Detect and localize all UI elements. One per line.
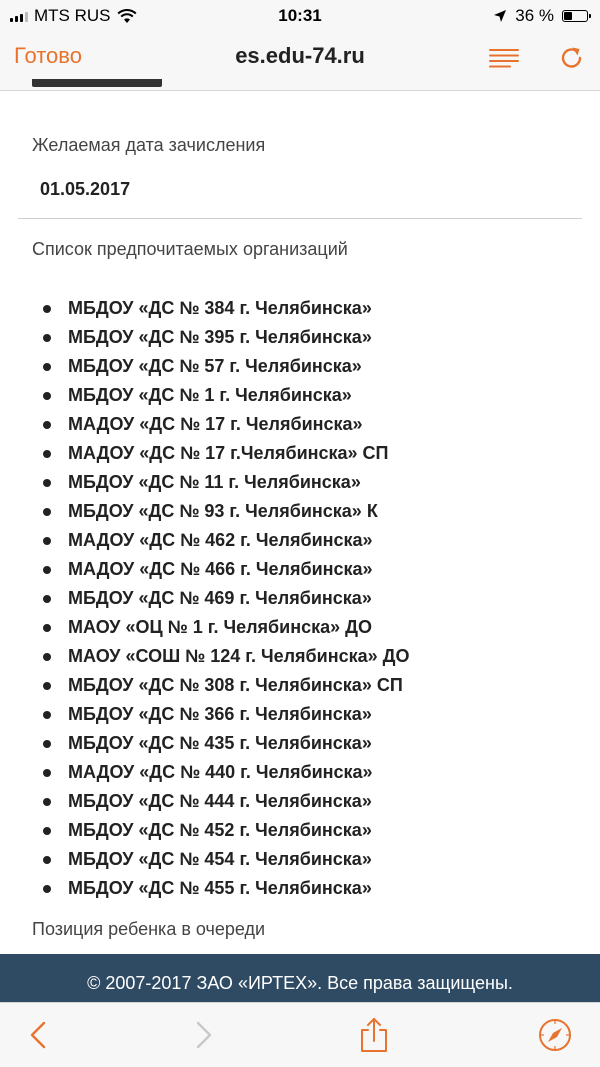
organization-item: МАДОУ «ДС № 462 г. Челябинска» (0, 526, 409, 555)
organization-name: МБДОУ «ДС № 395 г. Челябинска» (68, 327, 372, 347)
reader-mode-icon[interactable] (488, 46, 520, 72)
organization-name: МБДОУ «ДС № 435 г. Челябинска» (68, 733, 372, 753)
organization-item: МБДОУ «ДС № 93 г. Челябинска» К (0, 497, 409, 526)
organization-item: МАДОУ «ДС № 466 г. Челябинска» (0, 555, 409, 584)
bullet-icon (43, 537, 51, 545)
organization-item: МБДОУ «ДС № 57 г. Челябинска» (0, 352, 409, 381)
organization-item: МАДОУ «ДС № 17 г. Челябинска» (0, 410, 409, 439)
clipped-text (32, 79, 232, 87)
bullet-icon (43, 566, 51, 574)
bullet-icon (43, 653, 51, 661)
queue-position-label: Позиция ребенка в очереди (32, 919, 266, 939)
organization-item: МБДОУ «ДС № 469 г. Челябинска» (0, 584, 409, 613)
compass-icon[interactable] (538, 1017, 572, 1053)
browser-bottom-toolbar (0, 1002, 600, 1067)
bullet-icon (43, 363, 51, 371)
organization-item: МБДОУ «ДС № 384 г. Челябинска» (0, 294, 409, 323)
reload-icon[interactable] (558, 44, 586, 72)
bullet-icon (43, 334, 51, 342)
organization-item: МБДОУ «ДС № 11 г. Челябинска» (0, 468, 409, 497)
organization-item: МБДОУ «ДС № 455 г. Челябинска» (0, 874, 409, 903)
organization-item: МБДОУ «ДС № 366 г. Челябинска» (0, 700, 409, 729)
bullet-icon (43, 798, 51, 806)
chevron-right-icon[interactable] (186, 1017, 220, 1053)
battery-level (564, 12, 572, 20)
bullet-icon (43, 508, 51, 516)
organization-name: МБДОУ «ДС № 1 г. Челябинска» (68, 385, 352, 405)
organization-name: МБДОУ «ДС № 93 г. Челябинска» К (68, 501, 378, 521)
bullet-icon (43, 479, 51, 487)
bullet-icon (43, 624, 51, 632)
organization-name: МАДОУ «ДС № 17 г.Челябинска» СП (68, 443, 389, 463)
desired-date-value: 01.05.2017 (40, 179, 131, 199)
organization-name: МБДОУ «ДС № 384 г. Челябинска» (68, 298, 372, 318)
chevron-left-icon[interactable] (22, 1017, 56, 1053)
organization-item: МБДОУ «ДС № 444 г. Челябинска» (0, 787, 409, 816)
divider (18, 218, 582, 219)
status-right: 36 % (493, 6, 591, 26)
status-bar: MTS RUS 10:31 36 % (0, 0, 600, 32)
bullet-icon (43, 450, 51, 458)
organization-name: МБДОУ «ДС № 444 г. Челябинска» (68, 791, 372, 811)
bullet-icon (43, 711, 51, 719)
bullet-icon (43, 885, 51, 893)
organization-name: МАДОУ «ДС № 466 г. Челябинска» (68, 559, 373, 579)
organization-name: МАОУ «СОШ № 124 г. Челябинска» ДО (68, 646, 410, 666)
battery-icon (562, 10, 591, 22)
organization-item: МБДОУ «ДС № 308 г. Челябинска» СП (0, 671, 409, 700)
organization-name: МБДОУ «ДС № 57 г. Челябинска» (68, 356, 362, 376)
organization-name: МБДОУ «ДС № 454 г. Челябинска» (68, 849, 372, 869)
bullet-icon (43, 392, 51, 400)
organization-name: МБДОУ «ДС № 455 г. Челябинска» (68, 878, 372, 898)
organization-name: МАДОУ «ДС № 440 г. Челябинска» (68, 762, 373, 782)
organization-item: МБДОУ «ДС № 452 г. Челябинска» (0, 816, 409, 845)
organization-list: МБДОУ «ДС № 384 г. Челябинска» МБДОУ «ДС … (0, 294, 409, 903)
bullet-icon (43, 827, 51, 835)
organization-item: МБДОУ «ДС № 435 г. Челябинска» (0, 729, 409, 758)
organization-name: МБДОУ «ДС № 469 г. Челябинска» (68, 588, 372, 608)
share-icon[interactable] (357, 1017, 391, 1053)
battery-percent: 36 % (515, 6, 554, 25)
organization-name: МАДОУ «ДС № 17 г. Челябинска» (68, 414, 363, 434)
bullet-icon (43, 769, 51, 777)
organization-item: МАОУ «СОШ № 124 г. Челябинска» ДО (0, 642, 409, 671)
bullet-icon (43, 740, 51, 748)
organization-name: МБДОУ «ДС № 366 г. Челябинска» (68, 704, 372, 724)
organization-item: МАДОУ «ДС № 440 г. Челябинска» (0, 758, 409, 787)
organization-name: МАОУ «ОЦ № 1 г. Челябинска» ДО (68, 617, 372, 637)
organization-name: МБДОУ «ДС № 308 г. Челябинска» СП (68, 675, 403, 695)
bullet-icon (43, 595, 51, 603)
organization-item: МБДОУ «ДС № 454 г. Челябинска» (0, 845, 409, 874)
bullet-icon (43, 856, 51, 864)
organization-item: МБДОУ «ДС № 395 г. Челябинска» (0, 323, 409, 352)
organization-item: МБДОУ «ДС № 1 г. Челябинска» (0, 381, 409, 410)
organizations-label: Список предпочитаемых организаций (32, 239, 348, 259)
organization-name: МБДОУ «ДС № 11 г. Челябинска» (68, 472, 361, 492)
organization-item: МАОУ «ОЦ № 1 г. Челябинска» ДО (0, 613, 409, 642)
organization-item: МАДОУ «ДС № 17 г.Челябинска» СП (0, 439, 409, 468)
desired-date-label: Желаемая дата зачисления (32, 135, 266, 155)
organization-name: МАДОУ «ДС № 462 г. Челябинска» (68, 530, 373, 550)
bullet-icon (43, 682, 51, 690)
site-footer: © 2007-2017 ЗАО «ИРТЕХ». Все права защищ… (0, 954, 600, 1002)
location-arrow-icon (494, 10, 507, 22)
bullet-icon (43, 305, 51, 313)
footer-copyright: © 2007-2017 ЗАО «ИРТЕХ». Все права защищ… (87, 973, 513, 993)
bullet-icon (43, 421, 51, 429)
organization-name: МБДОУ «ДС № 452 г. Челябинска» (68, 820, 372, 840)
